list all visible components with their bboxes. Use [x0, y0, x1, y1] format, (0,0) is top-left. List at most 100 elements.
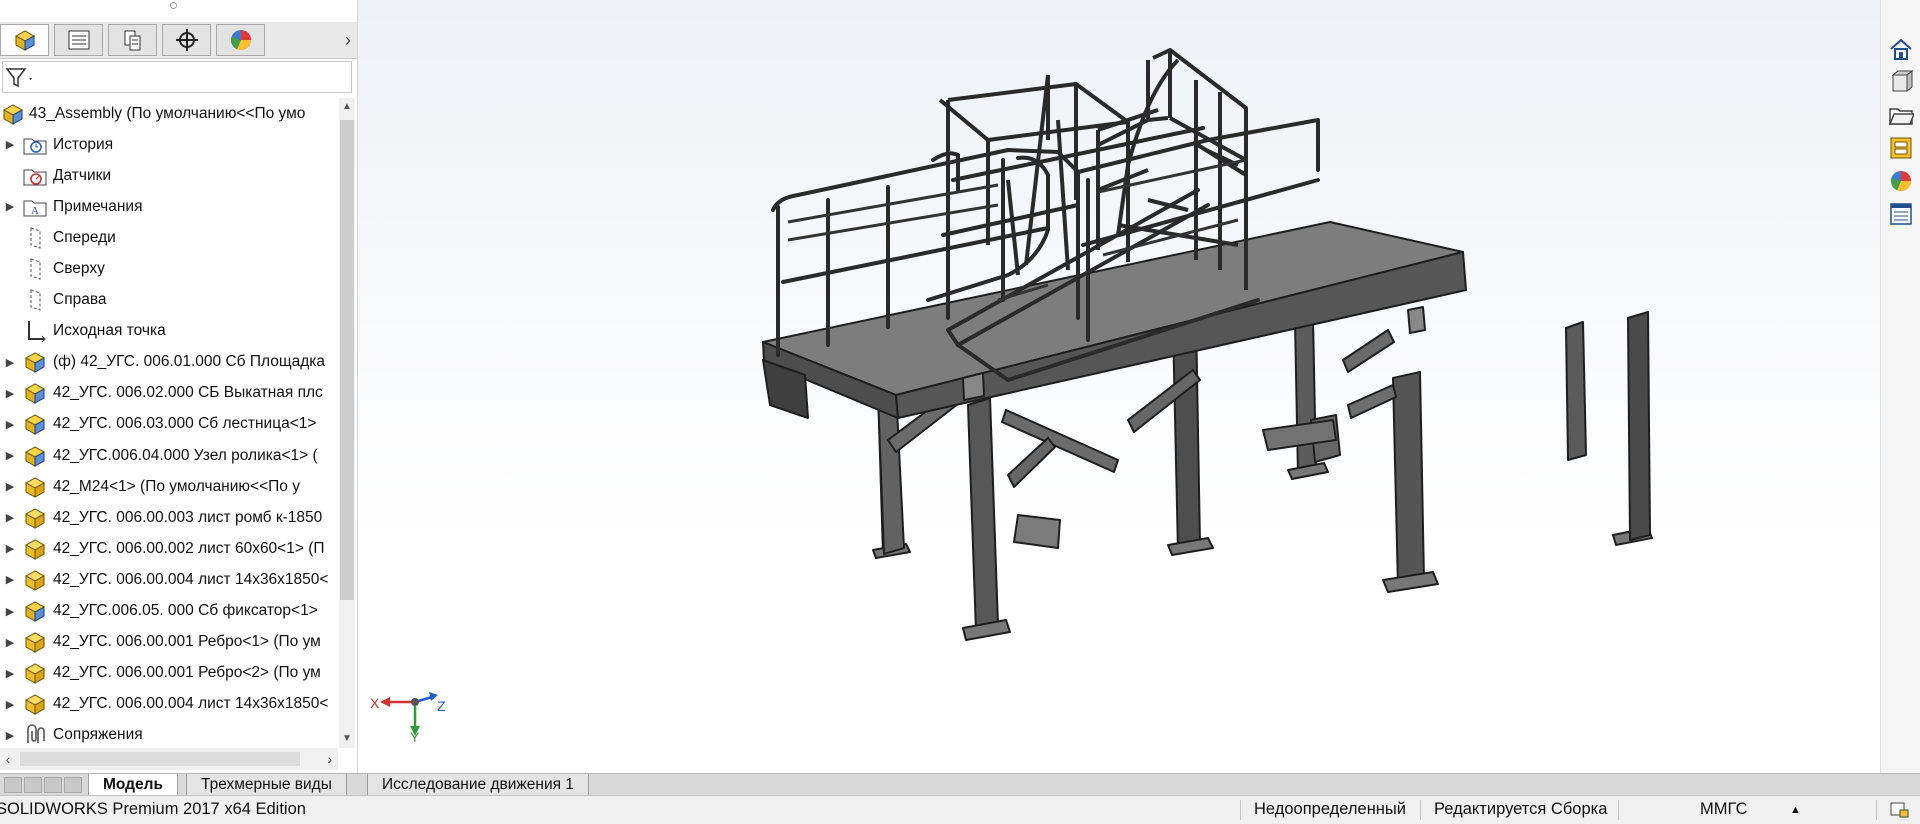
tree-item[interactable]: ▶ (ф) 42_УГС. 006.01.000 Сб Площадка	[0, 347, 338, 378]
expand-arrow-icon[interactable]: ▶	[0, 200, 20, 213]
expand-arrow-icon[interactable]: ▶	[0, 573, 20, 586]
tree-vertical-scrollbar[interactable]: ▲ ▼	[339, 98, 355, 748]
tree-item[interactable]: ▶ 42_УГС. 006.00.002 лист 60x60<1> (П	[0, 533, 338, 564]
expand-arrow-icon[interactable]: ▶	[0, 387, 20, 400]
tree-horizontal-scrollbar[interactable]: ‹ ›	[0, 748, 338, 770]
assembly-cube-icon	[0, 102, 26, 126]
tree-item[interactable]: Справа	[0, 285, 338, 316]
displaymanager-tab[interactable]	[216, 24, 265, 56]
status-units[interactable]: ММГС	[1700, 800, 1748, 819]
tree-item[interactable]: ▶ 42_УГС. 006.00.004 лист 14x36x1850<	[0, 689, 338, 720]
file-explorer-icon[interactable]	[1885, 100, 1917, 130]
tree-item[interactable]: ▶ Сопряжения	[0, 720, 338, 748]
tree-item[interactable]: Датчики	[0, 160, 338, 191]
tree-item[interactable]: Сверху	[0, 253, 338, 284]
coordinate-triad	[380, 692, 438, 736]
plane-icon	[20, 226, 50, 250]
platform-3d-model[interactable]: X Z Y	[358, 0, 1880, 773]
panel-grip[interactable]	[170, 2, 177, 9]
status-bar: SOLIDWORKS Premium 2017 x64 Edition Недо…	[0, 795, 1920, 824]
tree-filter-bar[interactable]	[2, 61, 352, 93]
custom-properties-icon[interactable]	[1885, 199, 1917, 229]
featuremanager-panel: › 43_Assembly (По умолчанию<<По умо ▶ Ист…	[0, 0, 358, 773]
tree-item[interactable]: ▶ 42_УГС. 006.00.001 Ребро<2> (По ум	[0, 658, 338, 689]
subassembly-icon	[20, 444, 50, 468]
tab-model[interactable]: Модель	[88, 774, 179, 796]
status-separator	[1618, 800, 1619, 820]
tree-item-label: Сверху	[53, 259, 105, 277]
tree-item-label: Датчики	[53, 166, 112, 184]
tree-root-label: 43_Assembly (По умолчанию<<По умо	[29, 104, 306, 122]
expand-arrow-icon[interactable]: ▶	[0, 356, 20, 369]
graphics-viewport[interactable]: X Z Y	[358, 0, 1880, 773]
view-palette-icon[interactable]	[1885, 133, 1917, 163]
home-icon[interactable]	[1885, 34, 1917, 64]
dimxpert-tab[interactable]	[162, 24, 211, 56]
part-icon	[20, 630, 50, 654]
tree-item-label: Сопряжения	[53, 726, 143, 744]
tree-item-label: 42_УГС. 006.02.000 СБ Выкатная плс	[53, 384, 323, 402]
status-definition: Недоопределенный	[1254, 800, 1406, 818]
expand-arrow-icon[interactable]: ▶	[0, 542, 20, 555]
plane-icon	[20, 257, 50, 281]
tab-3d-views[interactable]: Трехмерные виды	[186, 774, 347, 796]
3d-parts-icon[interactable]	[1885, 67, 1917, 97]
expand-arrow-icon[interactable]: ▶	[0, 605, 20, 618]
expand-arrow-icon[interactable]: ▶	[0, 636, 20, 649]
tab-nav-last-icon[interactable]	[64, 777, 82, 793]
expand-arrow-icon[interactable]: ▶	[0, 698, 20, 711]
scroll-left-arrow-icon[interactable]: ‹	[0, 748, 16, 770]
tab-nav-first-icon[interactable]	[4, 777, 22, 793]
tree-item[interactable]: Спереди	[0, 222, 338, 253]
tree-item[interactable]: ▶ 42_УГС.006.04.000 Узел ролика<1> (	[0, 440, 338, 471]
panel-tabs-more-chevron-icon[interactable]: ›	[345, 30, 351, 51]
expand-arrow-icon[interactable]: ▶	[0, 418, 20, 431]
scroll-right-arrow-icon[interactable]: ›	[322, 748, 338, 770]
tab-motion-study[interactable]: Исследование движения 1	[367, 774, 589, 796]
filter-funnel-icon[interactable]	[5, 66, 35, 90]
tree-item[interactable]: ▶ 42_УГС. 006.00.004 лист 14x36x1850<	[0, 564, 338, 595]
featuremanager-tab[interactable]	[0, 24, 49, 56]
property-list-icon	[68, 30, 89, 50]
hscroll-thumb[interactable]	[20, 752, 300, 766]
tree-item[interactable]: Исходная точка	[0, 316, 338, 347]
tree-item[interactable]: ▶ 42_УГС. 006.03.000 Сб лестница<1>	[0, 409, 338, 440]
svg-text:A: A	[31, 205, 39, 217]
task-pane-toolbar	[1880, 0, 1920, 773]
scroll-thumb[interactable]	[340, 120, 354, 600]
tree-item[interactable]: ▶ A Примечания	[0, 191, 338, 222]
expand-arrow-icon[interactable]: ▶	[0, 729, 20, 742]
tree-item[interactable]: ▶ 42_УГС.006.05. 000 Сб фиксатор<1>	[0, 596, 338, 627]
feature-tree: 43_Assembly (По умолчанию<<По умо ▶ Истор…	[0, 98, 338, 748]
tree-item-label: Примечания	[53, 197, 143, 215]
expand-arrow-icon[interactable]: ▶	[0, 511, 20, 524]
tree-item-label: 42_УГС.006.04.000 Узел ролика<1> (	[53, 446, 318, 464]
expand-arrow-icon[interactable]: ▶	[0, 138, 20, 151]
tree-item-label: 42_УГС. 006.00.004 лист 14x36x1850<	[53, 570, 329, 588]
tree-item[interactable]: ▶ История	[0, 129, 338, 160]
tree-item-label: 42_УГС. 006.03.000 Сб лестница<1>	[53, 415, 317, 433]
tree-item-label: 42_УГС. 006.00.001 Ребро<2> (По ум	[53, 664, 321, 682]
units-dropdown-chevron-icon[interactable]: ▲	[1790, 804, 1801, 816]
scroll-up-arrow-icon[interactable]: ▲	[339, 98, 355, 116]
expand-arrow-icon[interactable]: ▶	[0, 480, 20, 493]
tab-nav-next-icon[interactable]	[44, 777, 62, 793]
tree-item-label: (ф) 42_УГС. 006.01.000 Сб Площадка	[53, 353, 325, 371]
subassembly-icon	[20, 381, 50, 405]
tree-item[interactable]: ▶ 42_УГС. 006.00.003 лист ромб к-1850	[0, 502, 338, 533]
rebuild-indicator-icon[interactable]	[1890, 801, 1910, 819]
tree-item-label: История	[53, 135, 114, 153]
part-icon	[20, 692, 50, 716]
tree-item-label: 42_УГС. 006.00.002 лист 60x60<1> (П	[53, 539, 325, 557]
tree-item[interactable]: ▶ 42_УГС. 006.00.001 Ребро<1> (По ум	[0, 627, 338, 658]
tab-nav-prev-icon[interactable]	[24, 777, 42, 793]
tree-item[interactable]: ▶ 42_УГС. 006.02.000 СБ Выкатная плс	[0, 378, 338, 409]
configurationmanager-tab[interactable]	[108, 24, 157, 56]
expand-arrow-icon[interactable]: ▶	[0, 449, 20, 462]
tree-root-assembly[interactable]: 43_Assembly (По умолчанию<<По умо	[0, 98, 338, 129]
propertymanager-tab[interactable]	[54, 24, 103, 56]
tree-item[interactable]: ▶ 42_M24<1> (По умолчанию<<По у	[0, 471, 338, 502]
appearances-icon[interactable]	[1885, 166, 1917, 196]
expand-arrow-icon[interactable]: ▶	[0, 667, 20, 680]
scroll-down-arrow-icon[interactable]: ▼	[339, 730, 355, 748]
